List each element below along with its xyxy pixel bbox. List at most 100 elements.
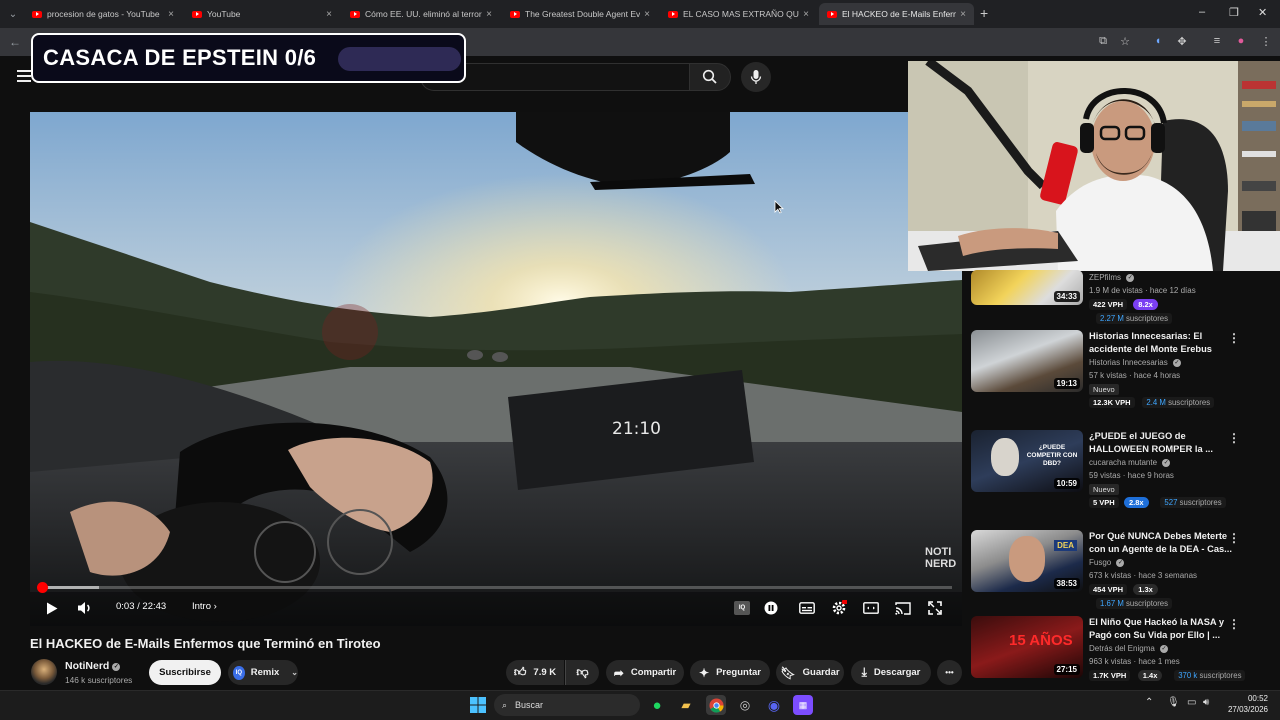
vph-badge: 5 VPH [1089,497,1119,508]
subtitles-button[interactable] [798,600,816,616]
more-actions-button[interactable]: ••• [937,660,962,685]
close-tab-icon[interactable]: × [486,9,492,20]
browser-tab[interactable]: The Greatest Double Agent Ever × [502,3,658,25]
guide-menu-icon[interactable] [17,70,31,82]
voice-search-button[interactable] [741,62,771,92]
browser-tab[interactable]: EL CASO MAS EXTRAÑO QUE HE× [660,3,817,25]
more-options-icon[interactable]: ⋮ [1228,331,1240,345]
ask-button[interactable]: ✦ Preguntar [690,660,770,685]
microphone-tray-icon[interactable]: 🎙︎ [1167,697,1180,708]
maximize-icon[interactable]: ❐ [1229,6,1239,19]
iq-extension-icon[interactable]: IQ [734,601,750,615]
tray-chevron-icon[interactable]: ⌃ [1145,697,1153,708]
taskbar-search-box[interactable]: ⌕ Buscar [494,694,640,716]
browser-tab[interactable]: Cómo EE. UU. eliminó al terrorista × [342,3,500,25]
video-thumbnail[interactable]: ¿PUEDE COMPETIR CON DBD? 10:59 [971,430,1083,492]
extensions-puzzle-icon[interactable]: ✥ [1174,35,1190,49]
subscribe-button[interactable]: Suscribirse [149,660,221,685]
windows-start-button[interactable] [468,695,488,715]
chapter-button[interactable]: Intro › [192,601,217,612]
extension-wave-icon[interactable]: ◖ [1150,35,1166,49]
more-options-icon[interactable]: ⋮ [1228,431,1240,445]
video-duration: 10:59 [1053,478,1080,489]
channel-name[interactable]: NotiNerd ✓ [65,660,121,672]
browser-tab[interactable]: YouTube × [184,3,340,25]
recommendation-title[interactable]: Historias Innecesarias: El accidente del… [1089,330,1234,356]
video-duration: 34:33 [1053,291,1080,302]
save-button[interactable]: 🔖︎ Guardar [776,660,844,685]
volume-tray-icon[interactable]: 🔊︎ [1203,697,1209,708]
progress-bar[interactable] [37,582,952,593]
browser-menu-icon[interactable]: ⋮ [1258,35,1274,49]
multiplier-badge: 8.2x [1133,299,1158,310]
verified-check-icon: ✓ [1126,274,1135,282]
mute-button[interactable] [76,600,94,616]
close-window-icon[interactable]: ✕ [1258,6,1267,19]
app-grid-icon[interactable]: ▦ [793,695,813,715]
video-thumbnail[interactable]: DEA 38:53 [971,530,1083,592]
taskbar-clock[interactable]: 00:52 27/03/2026 [1222,693,1268,715]
like-button[interactable]: 👍︎ 7.9 K [506,660,564,685]
discord-icon[interactable]: ◉ [764,695,784,715]
remix-button[interactable]: IQ Remix ⌄ [228,660,298,685]
vph-badge: 1.7K VPH [1089,670,1131,681]
channel-avatar[interactable] [31,659,57,685]
recommendation-channel[interactable]: Detrás del Enigma ✓ [1089,644,1169,653]
recommendation-title[interactable]: El Niño Que Hackeó la NASA y Pagó con Su… [1089,616,1234,642]
buffered-bar [40,586,100,589]
cast-button[interactable] [894,600,912,616]
chrome-icon[interactable] [706,695,726,715]
recommendation-title[interactable]: ¿PUEDE el JUEGO de HALLOWEEN ROMPER la .… [1089,430,1234,456]
theater-mode-button[interactable] [862,600,880,616]
video-player[interactable]: 21:10 NOTI NERD 0:03 / 22:43 Intro › IQ [30,112,962,626]
bookmark-star-icon[interactable]: ☆ [1117,35,1133,49]
back-arrow-icon[interactable]: ← [9,35,21,49]
more-options-icon[interactable]: ⋮ [1228,617,1240,631]
browser-tab[interactable]: procesion de gatos - YouTube × [24,3,182,25]
channel-subscribers-badge: 370 k suscriptores [1174,670,1246,681]
recommendation-channel[interactable]: ZEPfilms ✓ [1089,273,1135,282]
recommendation-channel[interactable]: Fusgo ✓ [1089,558,1125,567]
profile-avatar-icon[interactable]: ● [1233,35,1249,49]
play-button[interactable] [44,600,60,616]
tab-search-chevron-icon[interactable]: ⌄ [4,5,22,23]
install-app-icon[interactable]: ⧉ [1095,35,1111,49]
browser-tab[interactable]: El HACKEO de E-Mails Enfermos× [819,3,974,25]
close-tab-icon[interactable]: × [960,9,966,20]
close-tab-icon[interactable]: × [168,9,174,20]
share-arrow-icon: ➦ [613,665,624,680]
video-duration: 38:53 [1053,578,1080,589]
minimize-icon[interactable]: – [1199,6,1205,18]
more-options-icon[interactable]: ⋮ [1228,531,1240,545]
dashboard-clock-text: 21:10 [612,419,661,439]
app-icon[interactable]: ◎ [735,695,755,715]
mouse-cursor-icon [774,200,784,214]
recommendation-title[interactable]: Por Qué NUNCA Debes Meterte con un Agent… [1089,530,1234,556]
share-button[interactable]: ➦ Compartir [606,660,684,685]
search-button[interactable] [689,63,731,91]
recommendation-channel[interactable]: Historias Innecesarias ✓ [1089,358,1181,367]
close-tab-icon[interactable]: × [644,9,650,20]
file-explorer-icon[interactable]: ▰ [676,695,696,715]
dislike-button[interactable]: 👎︎ [565,660,599,685]
video-thumbnail[interactable]: 34:33 [971,270,1083,305]
multiplier-badge: 1.4x [1137,670,1163,681]
volume-icon [78,602,90,614]
fullscreen-button[interactable] [926,600,944,616]
recommendation-channel[interactable]: cucaracha mutante ✓ [1089,458,1171,467]
chrome-logo-icon [708,697,724,713]
close-tab-icon[interactable]: × [803,9,809,20]
download-button[interactable]: ⤓ Descargar [851,660,931,685]
new-tab-button[interactable]: + [980,5,988,21]
reading-list-icon[interactable]: ≡ [1209,35,1225,49]
autoplay-toggle[interactable] [763,600,779,616]
scrubber-handle[interactable] [37,582,49,593]
close-tab-icon[interactable]: × [326,9,332,20]
video-thumbnail[interactable]: 15 AÑOS 27:15 [971,616,1083,678]
network-icon[interactable]: ▭ [1187,697,1196,708]
settings-button[interactable] [830,600,848,616]
video-thumbnail[interactable]: 19:13 [971,330,1083,392]
thumbs-up-icon: 👍︎ [513,665,527,679]
spotify-icon[interactable]: ● [647,695,667,715]
notinerd-watermark: NOTI NERD [925,546,957,570]
